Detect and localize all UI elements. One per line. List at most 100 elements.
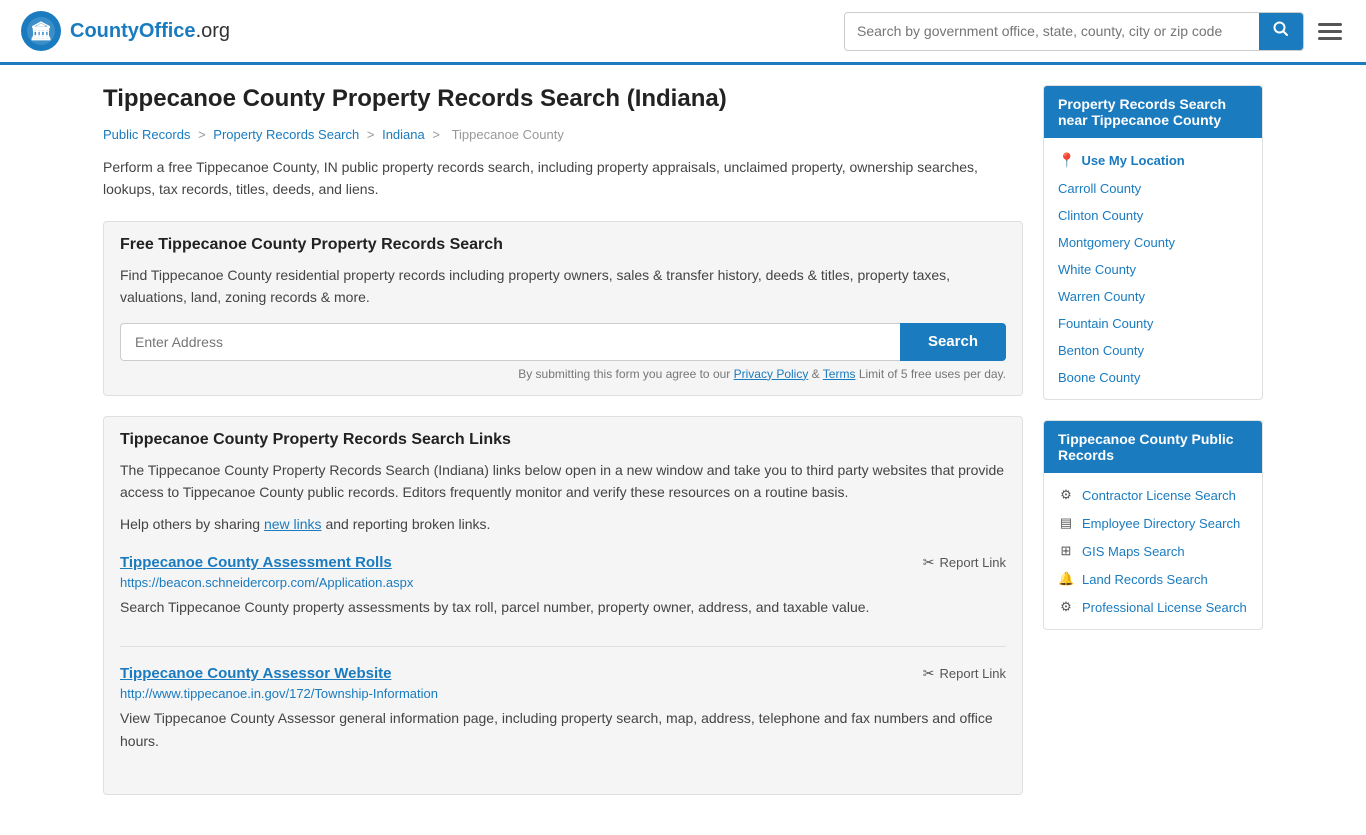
professional-license-link[interactable]: Professional License Search — [1082, 600, 1247, 615]
form-note-limit: Limit of 5 free uses per day. — [859, 367, 1006, 381]
links-section-heading: Tippecanoe County Property Records Searc… — [120, 431, 1006, 449]
link-item: Tippecanoe County Assessor Website ✂ Rep… — [120, 665, 1006, 780]
list-item[interactable]: 🔔 Land Records Search — [1044, 565, 1262, 593]
nearby-counties-box: Property Records Search near Tippecanoe … — [1043, 85, 1263, 400]
page-title: Tippecanoe County Property Records Searc… — [103, 85, 1023, 113]
site-header: 🏛 CountyOffice.org — [0, 0, 1366, 65]
share-text: Help others by sharing new links and rep… — [120, 513, 1006, 535]
employee-directory-link[interactable]: Employee Directory Search — [1082, 516, 1240, 531]
logo-icon: 🏛 — [20, 10, 62, 52]
sidebar: Property Records Search near Tippecanoe … — [1043, 85, 1263, 815]
logo-text: CountyOffice.org — [70, 20, 230, 43]
county-link[interactable]: Clinton County — [1058, 208, 1143, 223]
gis-maps-link[interactable]: GIS Maps Search — [1082, 544, 1185, 559]
link-item-title[interactable]: Tippecanoe County Assessment Rolls — [120, 554, 392, 571]
nearby-counties-list: 📍 Use My Location Carroll County Clinton… — [1044, 138, 1262, 399]
link-item: Tippecanoe County Assessment Rolls ✂ Rep… — [120, 554, 1006, 647]
search-icon — [1273, 21, 1289, 37]
report-link-label: Report Link — [940, 555, 1006, 570]
public-records-list: ⚙ Contractor License Search ▤ Employee D… — [1044, 473, 1262, 629]
list-item[interactable]: Benton County — [1044, 337, 1262, 364]
form-note-ampersand: & — [812, 367, 823, 381]
county-link[interactable]: White County — [1058, 262, 1136, 277]
main-container: Tippecanoe County Property Records Searc… — [83, 65, 1283, 835]
nearby-counties-title: Property Records Search near Tippecanoe … — [1044, 86, 1262, 138]
share-text-before: Help others by sharing — [120, 516, 260, 532]
form-note: By submitting this form you agree to our… — [120, 367, 1006, 381]
link-description: View Tippecanoe County Assessor general … — [120, 707, 1006, 752]
content-area: Tippecanoe County Property Records Searc… — [103, 85, 1023, 815]
map-icon: ⊞ — [1058, 543, 1074, 559]
report-link-label: Report Link — [940, 666, 1006, 681]
list-item[interactable]: Carroll County — [1044, 175, 1262, 202]
global-search-bar — [844, 12, 1304, 51]
hamburger-line — [1318, 30, 1342, 33]
county-link[interactable]: Warren County — [1058, 289, 1145, 304]
terms-link[interactable]: Terms — [823, 367, 856, 381]
address-search-form: Search — [120, 323, 1006, 361]
hamburger-line — [1318, 37, 1342, 40]
link-description: Search Tippecanoe County property assess… — [120, 596, 1006, 618]
public-records-title: Tippecanoe County Public Records — [1044, 421, 1262, 473]
location-icon: 📍 — [1058, 152, 1075, 169]
list-item[interactable]: Boone County — [1044, 364, 1262, 391]
link-url[interactable]: http://www.tippecanoe.in.gov/172/Townshi… — [120, 686, 1006, 701]
list-item[interactable]: White County — [1044, 256, 1262, 283]
global-search-input[interactable] — [845, 13, 1259, 50]
breadcrumb-indiana[interactable]: Indiana — [382, 127, 425, 142]
link-item-header: Tippecanoe County Assessor Website ✂ Rep… — [120, 665, 1006, 682]
contractor-license-link[interactable]: Contractor License Search — [1082, 488, 1236, 503]
share-text-after: and reporting broken links. — [325, 516, 490, 532]
county-link[interactable]: Montgomery County — [1058, 235, 1175, 250]
breadcrumb-sep: > — [367, 127, 375, 142]
links-section: Tippecanoe County Property Records Searc… — [103, 416, 1023, 795]
global-search-button[interactable] — [1259, 13, 1303, 50]
hamburger-line — [1318, 23, 1342, 26]
list-item[interactable]: Fountain County — [1044, 310, 1262, 337]
link-item-header: Tippecanoe County Assessment Rolls ✂ Rep… — [120, 554, 1006, 571]
directory-icon: ▤ — [1058, 515, 1074, 531]
breadcrumb-current: Tippecanoe County — [452, 127, 564, 142]
links-section-description: The Tippecanoe County Property Records S… — [120, 459, 1006, 504]
link-url[interactable]: https://beacon.schneidercorp.com/Applica… — [120, 575, 1006, 590]
search-submit-button[interactable]: Search — [900, 323, 1006, 361]
scissors-icon: ✂ — [923, 665, 935, 682]
report-link-button[interactable]: ✂ Report Link — [923, 665, 1006, 682]
address-input[interactable] — [120, 323, 900, 361]
breadcrumb-public-records[interactable]: Public Records — [103, 127, 190, 142]
svg-text:🏛: 🏛 — [30, 21, 53, 41]
list-item[interactable]: ▤ Employee Directory Search — [1044, 509, 1262, 537]
gear-icon: ⚙ — [1058, 599, 1074, 615]
breadcrumb: Public Records > Property Records Search… — [103, 127, 1023, 142]
list-item[interactable]: ⊞ GIS Maps Search — [1044, 537, 1262, 565]
breadcrumb-sep: > — [432, 127, 440, 142]
land-records-link[interactable]: Land Records Search — [1082, 572, 1208, 587]
page-description: Perform a free Tippecanoe County, IN pub… — [103, 156, 1023, 201]
header-right — [844, 12, 1346, 51]
use-location-link[interactable]: Use My Location — [1081, 153, 1184, 168]
list-item[interactable]: Warren County — [1044, 283, 1262, 310]
list-item[interactable]: ⚙ Contractor License Search — [1044, 481, 1262, 509]
list-item[interactable]: Montgomery County — [1044, 229, 1262, 256]
public-records-box: Tippecanoe County Public Records ⚙ Contr… — [1043, 420, 1263, 630]
link-item-title[interactable]: Tippecanoe County Assessor Website — [120, 665, 391, 682]
gear-icon: ⚙ — [1058, 487, 1074, 503]
list-item[interactable]: Clinton County — [1044, 202, 1262, 229]
form-note-text: By submitting this form you agree to our — [518, 367, 730, 381]
use-location-item[interactable]: 📍 Use My Location — [1044, 146, 1262, 175]
county-link[interactable]: Carroll County — [1058, 181, 1141, 196]
list-item[interactable]: ⚙ Professional License Search — [1044, 593, 1262, 621]
hamburger-menu-button[interactable] — [1314, 19, 1346, 44]
breadcrumb-property-records[interactable]: Property Records Search — [213, 127, 359, 142]
free-search-section: Free Tippecanoe County Property Records … — [103, 221, 1023, 396]
breadcrumb-sep: > — [198, 127, 206, 142]
free-search-description: Find Tippecanoe County residential prope… — [120, 264, 1006, 309]
county-link[interactable]: Benton County — [1058, 343, 1144, 358]
scissors-icon: ✂ — [923, 554, 935, 571]
county-link[interactable]: Fountain County — [1058, 316, 1153, 331]
report-link-button[interactable]: ✂ Report Link — [923, 554, 1006, 571]
logo[interactable]: 🏛 CountyOffice.org — [20, 10, 230, 52]
new-links-link[interactable]: new links — [264, 516, 322, 532]
county-link[interactable]: Boone County — [1058, 370, 1140, 385]
privacy-policy-link[interactable]: Privacy Policy — [734, 367, 809, 381]
